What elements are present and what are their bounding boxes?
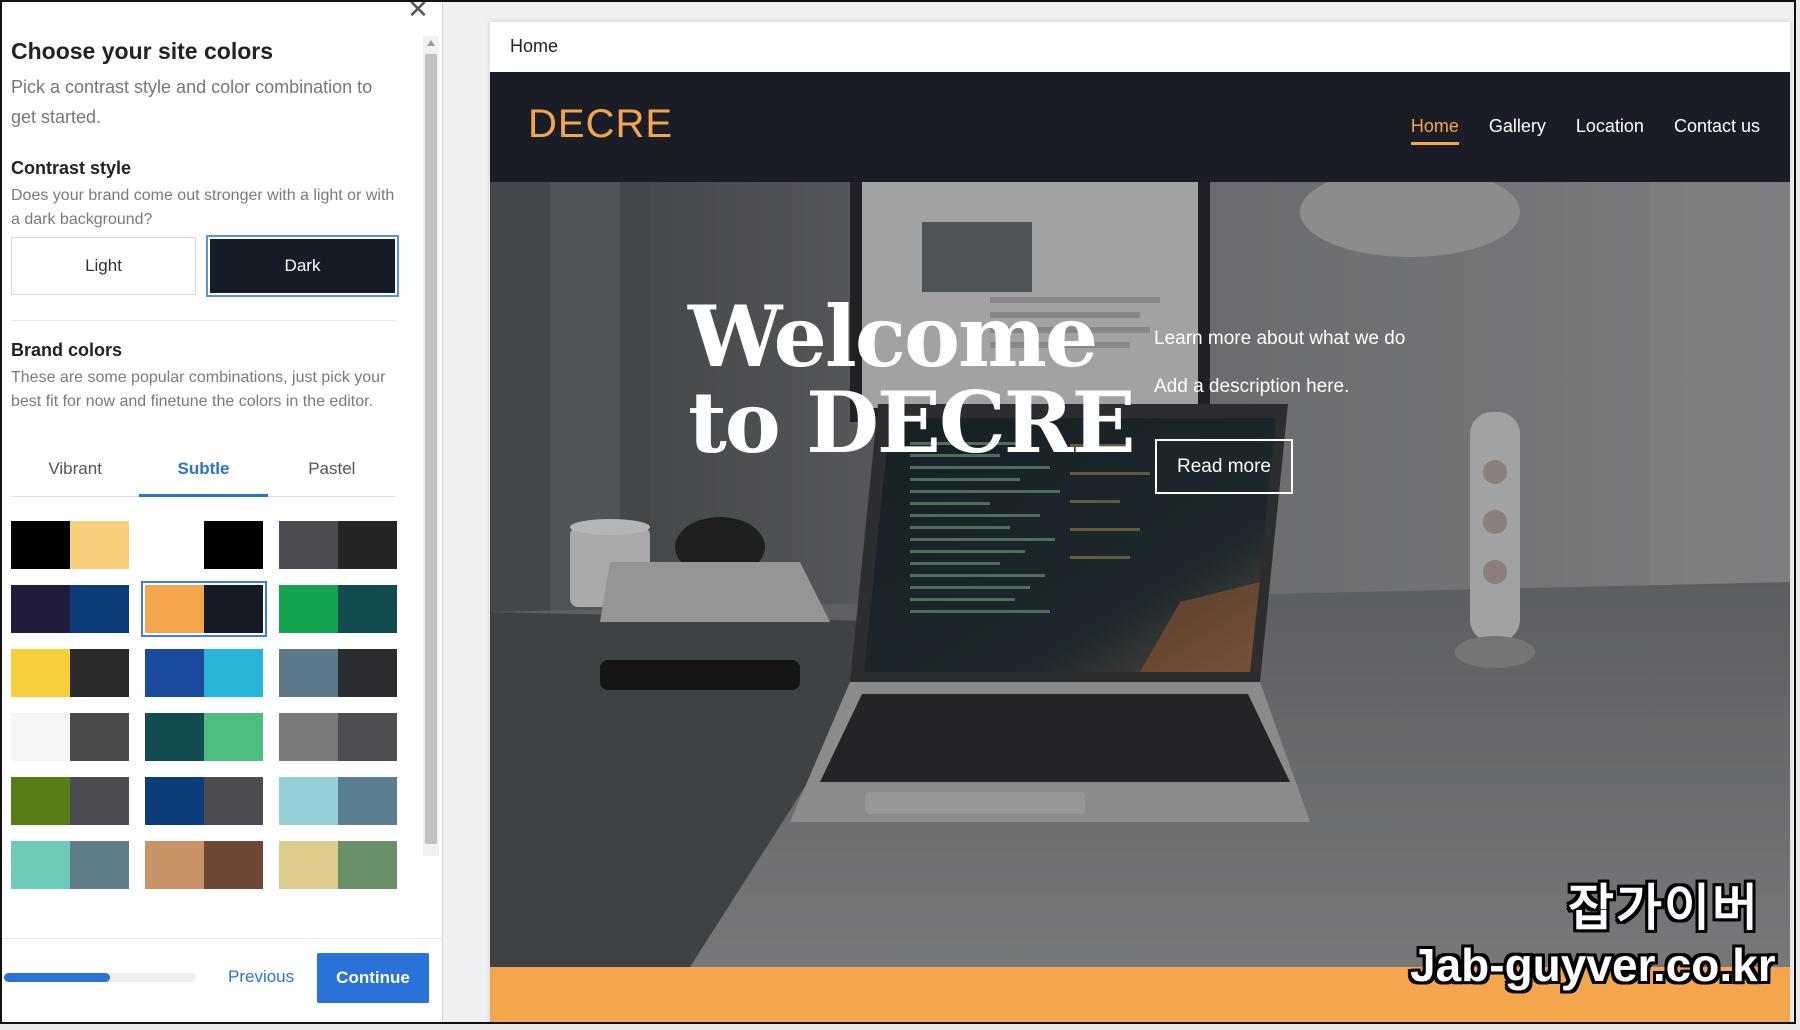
color-swatch[interactable] (279, 585, 397, 633)
panel-scroll-area: Choose your site colors Pick a contrast … (2, 2, 422, 902)
hero-section (490, 182, 1790, 967)
site-menu: Home Gallery Location Contact us (1410, 116, 1760, 145)
contrast-dark-button[interactable]: Dark (208, 237, 397, 295)
swatch-color-half (204, 649, 263, 697)
tab-vibrant[interactable]: Vibrant (11, 454, 139, 496)
continue-button[interactable]: Continue (317, 953, 429, 1003)
contrast-style-title: Contrast style (11, 158, 132, 178)
progress-fill (4, 973, 110, 982)
swatch-color-half (204, 521, 263, 569)
swatch-color-half (70, 585, 129, 633)
tab-subtle[interactable]: Subtle (139, 454, 268, 497)
swatch-color-half (204, 585, 263, 633)
menu-item-contact[interactable]: Contact us (1674, 116, 1760, 137)
swatch-color-half (145, 777, 204, 825)
scrollbar-thumb[interactable] (425, 54, 437, 844)
contrast-style-description: Does your brand come out stronger with a… (11, 187, 395, 228)
site-colors-panel: ✕ Choose your site colors Pick a contras… (2, 2, 443, 1022)
hero-heading-line1: Welcome (688, 287, 1098, 386)
app-window: ✕ Choose your site colors Pick a contras… (0, 0, 1796, 1024)
color-swatch[interactable] (145, 777, 263, 825)
color-swatch[interactable] (279, 777, 397, 825)
tab-pastel[interactable]: Pastel (268, 454, 396, 496)
swatch-color-half (145, 521, 204, 569)
swatch-color-half (70, 521, 129, 569)
swatch-color-half (204, 713, 263, 761)
preview-page-bar: Home (490, 22, 1790, 73)
swatch-color-half (11, 713, 70, 761)
menu-item-home[interactable]: Home (1410, 116, 1459, 145)
swatch-color-half (11, 521, 70, 569)
hero-heading-line2: to DECRE (688, 373, 1136, 472)
swatch-color-half (279, 649, 338, 697)
preview-page-label[interactable]: Home (510, 36, 558, 57)
color-swatch[interactable] (145, 841, 263, 889)
divider (11, 320, 396, 321)
swatch-color-half (70, 649, 129, 697)
color-swatch[interactable] (279, 521, 397, 569)
color-swatch[interactable] (11, 713, 129, 761)
swatch-color-half (11, 649, 70, 697)
swatch-color-half (70, 841, 129, 889)
swatch-color-half (338, 841, 397, 889)
swatch-color-half (204, 841, 263, 889)
swatch-color-half (204, 777, 263, 825)
panel-subtitle: Pick a contrast style and color combinat… (11, 77, 373, 127)
color-swatch[interactable] (11, 521, 129, 569)
swatch-color-half (338, 649, 397, 697)
swatch-color-half (338, 713, 397, 761)
swatch-color-half (145, 841, 204, 889)
read-more-button[interactable]: Read more (1155, 439, 1293, 494)
swatch-color-half (70, 713, 129, 761)
swatch-color-half (279, 521, 338, 569)
color-swatch[interactable] (145, 713, 263, 761)
swatch-color-half (279, 841, 338, 889)
color-swatch[interactable] (11, 649, 129, 697)
swatch-color-half (11, 585, 70, 633)
watermark-url: Jab-guyver.co.kr (1410, 939, 1776, 991)
swatch-color-half (338, 521, 397, 569)
watermark-korean: 잡가이버 (1568, 880, 1760, 936)
swatch-color-half (145, 649, 204, 697)
brand-colors-title: Brand colors (11, 340, 123, 360)
palette-tabs: Vibrant Subtle Pastel (11, 454, 396, 497)
panel-scrollbar[interactable] (423, 36, 439, 856)
site-logo[interactable]: DECRE (528, 102, 673, 147)
color-swatch[interactable] (145, 521, 263, 569)
color-swatch[interactable] (11, 841, 129, 889)
color-swatch[interactable] (11, 777, 129, 825)
hero-heading: Welcome to DECRE (688, 287, 1136, 472)
panel-footer: Previous Continue (2, 938, 442, 1022)
scroll-up-icon[interactable] (427, 40, 435, 46)
color-swatch[interactable] (11, 585, 129, 633)
swatch-color-half (279, 713, 338, 761)
swatch-color-half (338, 777, 397, 825)
brand-colors-description: These are some popular combinations, jus… (11, 369, 386, 410)
swatch-color-half (145, 713, 204, 761)
color-swatch[interactable] (279, 841, 397, 889)
swatch-color-half (279, 777, 338, 825)
color-swatch[interactable] (279, 713, 397, 761)
menu-item-location[interactable]: Location (1576, 116, 1644, 137)
swatch-color-half (11, 777, 70, 825)
hero-background-image (490, 182, 1790, 967)
swatch-color-half (145, 585, 204, 633)
color-swatch[interactable] (145, 649, 263, 697)
swatch-color-half (338, 585, 397, 633)
color-swatch[interactable] (279, 649, 397, 697)
panel-title: Choose your site colors (11, 38, 274, 64)
hero-learn-more-text: Learn more about what we do (1154, 328, 1406, 349)
hero-description: Add a description here. (1154, 376, 1350, 397)
swatch-color-half (70, 777, 129, 825)
contrast-light-button[interactable]: Light (11, 237, 196, 295)
menu-item-gallery[interactable]: Gallery (1489, 116, 1546, 137)
previous-button[interactable]: Previous (228, 967, 294, 987)
swatch-color-half (11, 841, 70, 889)
wizard-progress-bar (4, 973, 196, 982)
swatch-color-half (279, 585, 338, 633)
site-header: DECRE Home Gallery Location Contact us (490, 72, 1790, 182)
color-swatch[interactable] (145, 585, 263, 633)
